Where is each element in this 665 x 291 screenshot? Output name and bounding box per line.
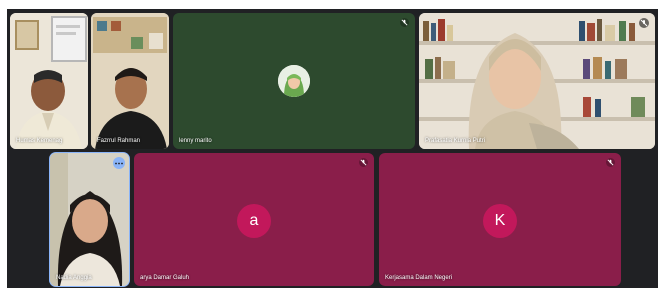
participant-avatar-6: a <box>237 204 271 238</box>
participant-name-4: Prafasatia Kurnia Putri <box>425 138 486 144</box>
mic-muted-icon <box>359 158 368 167</box>
participant-name-7: Kerjasama Dalam Negeri <box>385 275 453 281</box>
mic-muted-icon <box>400 18 409 27</box>
meeting-grid: Humas Kemenag Fazrrul Rahman lenny marit… <box>7 9 658 288</box>
participant-video-5 <box>50 153 129 286</box>
more-options-icon[interactable] <box>113 157 125 169</box>
mic-muted-icon <box>639 18 649 28</box>
participant-tile-4[interactable]: Prafasatia Kurnia Putri <box>419 13 655 149</box>
participant-video-4 <box>419 13 655 149</box>
participant-name-5: Nadia Anggia <box>56 275 92 281</box>
participant-tile-1[interactable]: Humas Kemenag <box>10 13 88 149</box>
participant-tile-7[interactable]: K Kerjasama Dalam Negeri <box>379 153 621 286</box>
participant-name-3: lenny marito <box>179 138 212 144</box>
participant-tile-5[interactable]: Nadia Anggia <box>50 153 129 286</box>
participant-tile-2[interactable]: Fazrrul Rahman <box>91 13 169 149</box>
participant-name-2: Fazrrul Rahman <box>97 138 141 144</box>
participant-tile-6[interactable]: a arya Damar Galuh <box>134 153 374 286</box>
participant-video-1 <box>10 13 88 149</box>
participant-video-2 <box>91 13 169 149</box>
participant-name-1: Humas Kemenag <box>16 138 63 144</box>
participant-name-6: arya Damar Galuh <box>140 275 190 281</box>
mic-muted-icon <box>606 158 615 167</box>
participant-avatar-7: K <box>483 204 517 238</box>
participant-tile-3[interactable]: lenny marito <box>173 13 415 149</box>
participant-avatar-3 <box>278 65 310 97</box>
